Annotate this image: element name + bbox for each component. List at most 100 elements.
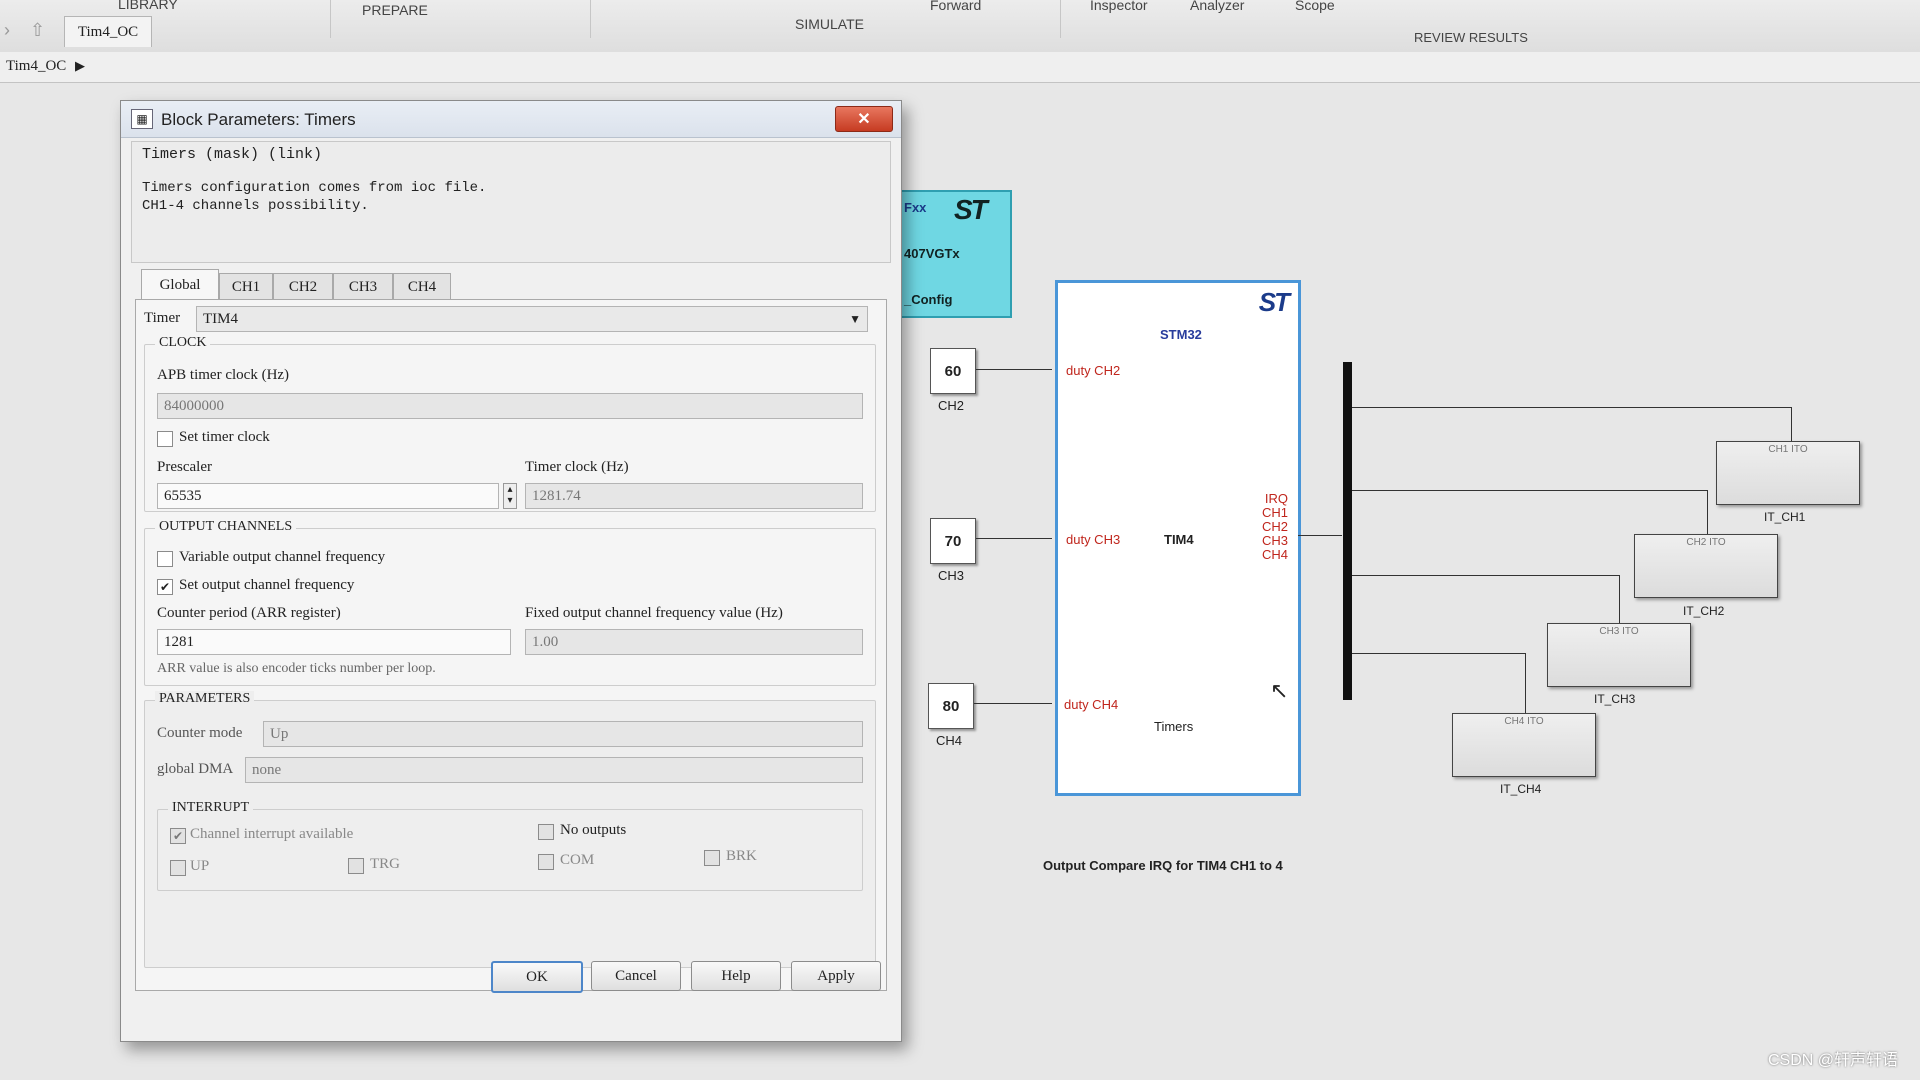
close-button[interactable]: ✕ [835,106,893,132]
prescaler-label: Prescaler [157,459,212,475]
channel-interrupt-checkbox[interactable]: ✔ [170,828,186,844]
set-timer-clock-checkbox[interactable] [157,431,173,447]
constant-block-ch4[interactable]: 80 [928,683,974,729]
scope-button[interactable]: Scope [1295,0,1335,13]
interrupt-title: INTERRUPT [168,800,253,816]
no-outputs-checkbox[interactable] [538,824,554,840]
data-inspector-button[interactable]: Inspector [1090,0,1148,13]
description-line-1: Timers configuration comes from ioc file… [142,180,487,196]
signal-line[interactable] [976,369,1052,370]
output-channels-group: OUTPUT CHANNELS Variable output channel … [144,519,876,686]
signal-line[interactable] [1352,653,1526,654]
global-dma-field[interactable]: none [245,757,863,783]
it-block-inner-label: CH1 ITO [1768,444,1808,455]
it-block-ch2[interactable]: CH2 ITO [1634,534,1778,598]
up-checkbox[interactable] [170,860,186,876]
signal-line[interactable] [1352,490,1708,491]
prescaler-field[interactable]: 65535 [157,483,499,509]
counter-period-field[interactable]: 1281 [157,629,511,655]
port-ch1: CH1 [1261,505,1288,520]
help-button[interactable]: Help [691,961,781,991]
block-brand: STM32 [1160,327,1202,342]
timers-block[interactable]: ST STM32 duty CH2 duty CH3 duty CH4 TIM4… [1055,280,1301,796]
signal-line[interactable] [1352,575,1620,576]
tab-bar: Global CH1 CH2 CH3 CH4 [141,269,881,300]
section-prepare: PREPARE [362,2,428,18]
tab-library[interactable]: LIBRARY [118,0,178,12]
clock-group: CLOCK APB timer clock (Hz) 84000000 Set … [144,335,876,512]
tab-ch3[interactable]: CH3 [333,273,393,300]
tab-global[interactable]: Global [141,269,219,300]
breadcrumb-arrow-icon[interactable]: ▶ [75,58,85,74]
block-name-inner: Timers [1154,719,1194,734]
trg-checkbox[interactable] [348,858,364,874]
model-tab[interactable]: Tim4_OC [64,16,152,47]
interrupt-group: INTERRUPT ✔ Channel interrupt available … [157,800,863,891]
no-outputs-label: No outputs [560,822,627,838]
cancel-button[interactable]: Cancel [591,961,681,991]
com-checkbox[interactable] [538,854,554,870]
constant-name-ch3: CH3 [938,568,965,583]
signal-line[interactable] [1707,490,1708,534]
prescaler-stepper[interactable]: ▴ ▾ [503,483,517,509]
watermark: CSDN @轩声轩语 [1767,1052,1898,1069]
apb-clock-field[interactable]: 84000000 [157,393,863,419]
port-ch4: CH4 [1261,547,1288,562]
it-block-name-ch1: IT_CH1 [1764,510,1806,524]
fixed-frequency-label: Fixed output channel frequency value (Hz… [525,605,783,621]
toolstrip: LIBRARY PREPARE SIMULATE Forward Inspect… [0,0,1920,53]
signal-line[interactable] [1352,407,1792,408]
counter-period-label: Counter period (ARR register) [157,605,341,621]
constant-block-ch2[interactable]: 60 [930,348,976,394]
dialog-titlebar[interactable]: ▦ Block Parameters: Timers ✕ [121,101,901,138]
constant-block-ch3[interactable]: 70 [930,518,976,564]
signal-line[interactable] [1298,535,1342,536]
port-irq: IRQ [1264,491,1288,506]
variable-frequency-checkbox[interactable] [157,551,173,567]
parameters-group: PARAMETERS Counter mode Up global DMA no… [144,691,876,968]
set-frequency-checkbox[interactable]: ✔ [157,579,173,595]
tab-ch2[interactable]: CH2 [273,273,333,300]
config-block[interactable]: Fxx ST 407VGTx _Config [900,190,1012,318]
tab-ch4[interactable]: CH4 [393,273,451,300]
it-block-ch4[interactable]: CH4 ITO [1452,713,1596,777]
section-simulate: SIMULATE [795,16,864,32]
st-logo-icon: ST [954,194,988,225]
logic-analyzer-button[interactable]: Analyzer [1190,0,1244,13]
it-block-inner-label: CH4 ITO [1504,716,1544,727]
up-folder-icon[interactable]: ⇧ [30,20,45,41]
it-block-ch1[interactable]: CH1 ITO [1716,441,1860,505]
tab-panel-global: Timer TIM4 ▼ CLOCK APB timer clock (Hz) … [135,299,887,991]
config-line2: 407VGTx [904,246,960,261]
timer-select[interactable]: TIM4 ▼ [196,306,868,332]
up-label: UP [190,858,210,874]
timer-clock-field[interactable]: 1281.74 [525,483,863,509]
trg-label: TRG [370,856,400,872]
signal-line[interactable] [1525,653,1526,713]
tab-ch1[interactable]: CH1 [219,273,273,300]
signal-line[interactable] [1791,407,1792,441]
signal-line[interactable] [1619,575,1620,623]
bus-selector[interactable] [1343,362,1352,700]
apb-clock-label: APB timer clock (Hz) [157,367,290,383]
signal-line[interactable] [976,538,1052,539]
ok-button[interactable]: OK [491,961,583,993]
it-block-ch3[interactable]: CH3 ITO [1547,623,1691,687]
description-box: Timers (mask) (link) Timers configuratio… [131,141,891,263]
apply-button[interactable]: Apply [791,961,881,991]
clock-group-title: CLOCK [155,335,211,351]
diagram-annotation[interactable]: Output Compare IRQ for TIM4 CH1 to 4 [1043,858,1283,873]
port-ch3: CH3 [1261,533,1288,548]
constant-name-ch2: CH2 [938,398,965,413]
fixed-frequency-field[interactable]: 1.00 [525,629,863,655]
description-line-2: CH1-4 channels possibility. [142,198,369,214]
st-logo-icon: ST [1258,287,1290,317]
counter-mode-field[interactable]: Up [263,721,863,747]
brk-checkbox[interactable] [704,850,720,866]
back-arrow-icon[interactable]: › [4,20,10,41]
breadcrumb[interactable]: Tim4_OC [6,58,66,75]
step-forward-button[interactable]: Forward [930,0,981,13]
timer-label: Timer [144,310,181,326]
signal-line[interactable] [974,703,1052,704]
config-line1: Fxx [904,200,927,215]
